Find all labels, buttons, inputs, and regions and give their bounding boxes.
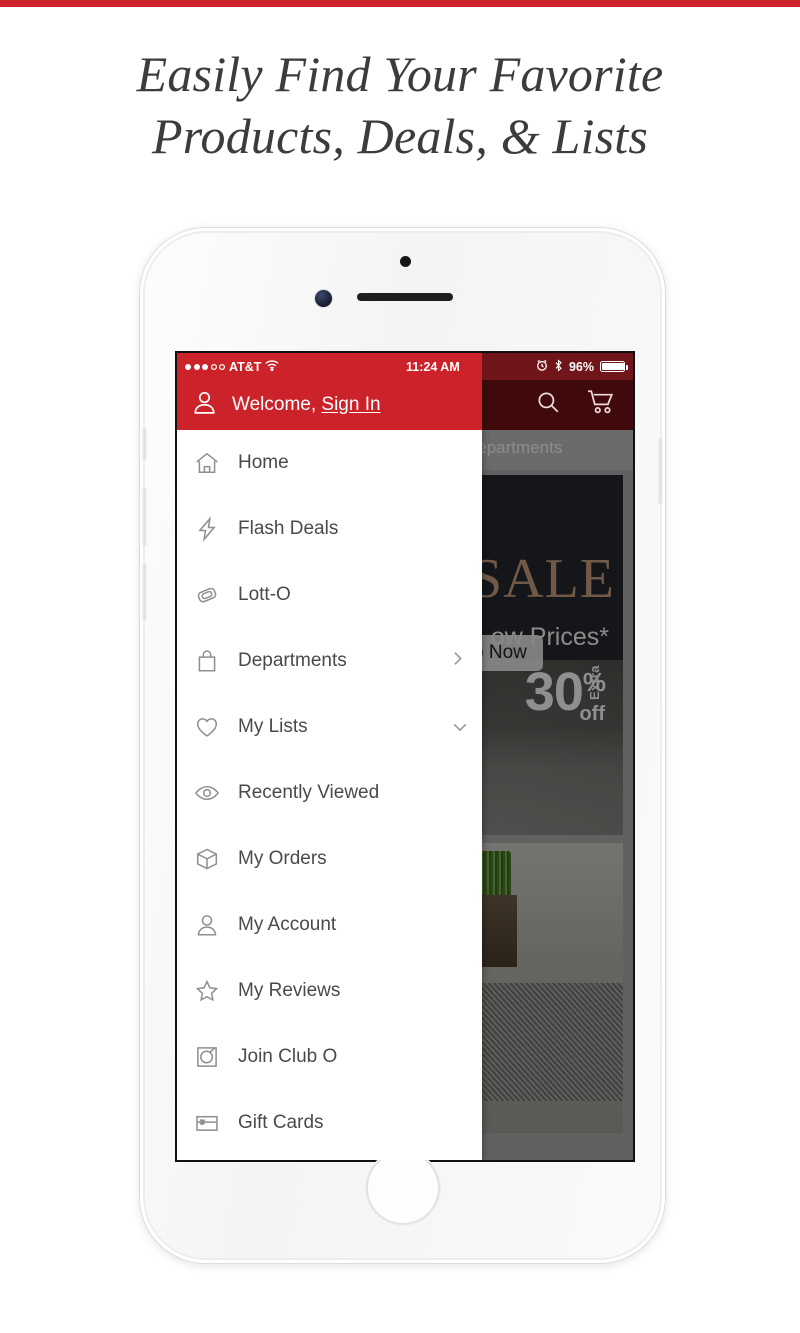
menu-item-label: Departments <box>238 650 347 671</box>
earpiece-speaker <box>357 293 453 301</box>
welcome-text: Welcome, Sign In <box>232 394 381 416</box>
phone-body: SALE ow Prices* Extra 30% off Shop Now D… <box>142 233 663 1258</box>
tag-icon <box>192 580 222 610</box>
gift-card-icon <box>192 1108 222 1138</box>
home-button[interactable] <box>365 1151 440 1225</box>
shopping-bag-icon <box>192 646 222 676</box>
star-icon <box>192 976 222 1006</box>
top-accent-bar <box>0 0 800 7</box>
sign-in-link[interactable]: Sign In <box>321 394 380 415</box>
carrier-group: AT&T <box>185 360 279 374</box>
menu-item-label: Join Club O <box>238 1046 338 1067</box>
power-button[interactable] <box>658 438 663 504</box>
status-bar-right: 96% <box>482 353 633 380</box>
search-icon[interactable] <box>535 389 561 420</box>
headline-line-2: Products, Deals, & Lists <box>151 108 649 164</box>
promo-page: Easily Find Your Favorite Products, Deal… <box>0 0 800 1333</box>
menu-item-my-lists[interactable]: My Lists <box>177 694 482 760</box>
volume-down-button[interactable] <box>142 563 147 621</box>
front-camera-icon <box>315 290 332 307</box>
page-headline: Easily Find Your Favorite Products, Deal… <box>0 43 800 167</box>
proximity-sensor-icon <box>400 256 411 267</box>
bluetooth-icon <box>554 358 563 375</box>
menu-item-my-orders[interactable]: My Orders <box>177 826 482 892</box>
club-o-icon <box>192 1042 222 1072</box>
alarm-clock-icon <box>536 359 548 374</box>
status-bar-left: AT&T 11:24 AM <box>177 353 482 380</box>
menu-item-gift-cards[interactable]: Gift Cards <box>177 1090 482 1156</box>
menu-item-my-reviews[interactable]: My Reviews <box>177 958 482 1024</box>
carrier-label: AT&T <box>229 359 262 374</box>
menu-item-label: My Orders <box>238 848 327 869</box>
person-icon <box>191 389 218 421</box>
battery-percent-label: 96% <box>568 359 594 374</box>
menu-item-flash-deals[interactable]: Flash Deals <box>177 496 482 562</box>
shopping-cart-icon[interactable] <box>587 389 615 420</box>
heart-icon <box>192 712 222 742</box>
signal-strength-icon <box>185 363 225 370</box>
lightning-icon <box>192 514 222 544</box>
menu-item-recently-viewed[interactable]: Recently Viewed <box>177 760 482 826</box>
headline-line-1: Easily Find Your Favorite <box>136 46 664 102</box>
menu-item-label: Gift Cards <box>238 1112 324 1133</box>
box-icon <box>192 844 222 874</box>
silent-switch[interactable] <box>142 428 147 460</box>
menu-item-label: My Account <box>238 914 337 935</box>
menu-item-lott-o[interactable]: Lott-O <box>177 562 482 628</box>
clock-label: 11:24 AM <box>406 359 460 374</box>
menu-item-label: Lott-O <box>238 584 291 605</box>
phone-screen: SALE ow Prices* Extra 30% off Shop Now D… <box>177 353 633 1160</box>
menu-item-label: Home <box>238 452 289 473</box>
welcome-prefix: Welcome, <box>232 394 322 415</box>
menu-item-label: Flash Deals <box>238 518 339 539</box>
header-action-icons <box>535 389 615 420</box>
home-icon <box>192 448 222 478</box>
menu-item-join-club-o[interactable]: Join Club O <box>177 1024 482 1090</box>
eye-icon <box>192 778 222 808</box>
phone-mockup: SALE ow Prices* Extra 30% off Shop Now D… <box>140 228 665 1263</box>
menu-item-home[interactable]: Home <box>177 430 482 496</box>
battery-full-icon <box>600 361 628 372</box>
menu-item-label: My Reviews <box>238 980 341 1001</box>
person-icon <box>192 910 222 940</box>
chevron-right-icon[interactable] <box>449 650 466 672</box>
wifi-icon <box>265 359 279 374</box>
menu-item-label: Recently Viewed <box>238 782 380 803</box>
volume-up-button[interactable] <box>142 488 147 546</box>
drawer-menu: Home Flash Deals Lott-O Departments My L… <box>177 430 482 1156</box>
drawer-header: Welcome, Sign In <box>177 380 482 430</box>
menu-item-departments[interactable]: Departments <box>177 628 482 694</box>
navigation-drawer: AT&T 11:24 AM Welcome, Sign In Home Flas… <box>177 353 482 1160</box>
menu-item-my-account[interactable]: My Account <box>177 892 482 958</box>
menu-item-label: My Lists <box>238 716 308 737</box>
chevron-down-icon[interactable] <box>447 719 469 736</box>
